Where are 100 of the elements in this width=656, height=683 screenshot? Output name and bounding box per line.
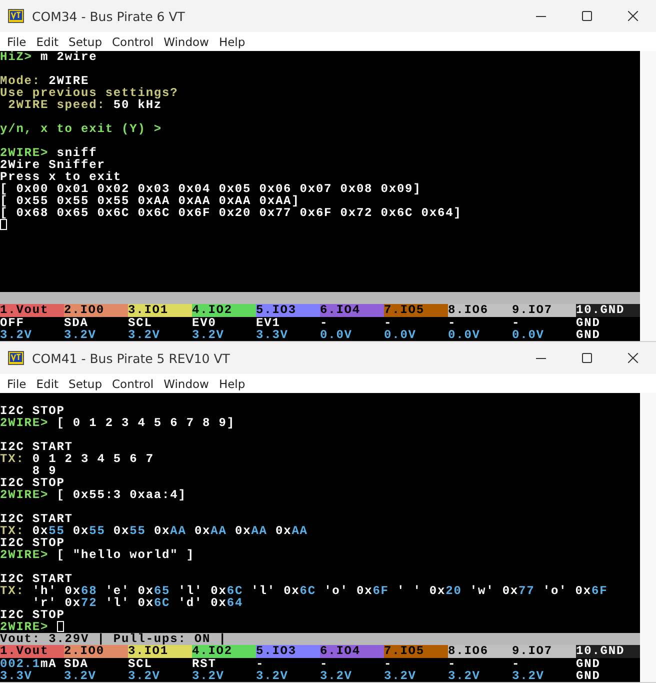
pin-value: -	[384, 317, 394, 329]
pin-value: EV1	[256, 317, 282, 329]
pin-value: -	[512, 658, 522, 670]
pin-label: 9.IO7	[512, 645, 576, 658]
terminal-line: y/n, x to exit (Y) >	[0, 123, 164, 135]
pin-value: SCL	[128, 317, 154, 329]
pin-label: 8.IO6	[448, 304, 512, 317]
maximize-icon[interactable]	[582, 11, 592, 21]
menu-item[interactable]: Setup	[64, 374, 108, 393]
pin-value: -	[320, 658, 330, 670]
pin-value: 3.2V	[320, 670, 354, 682]
pin-value: 3.2V	[512, 670, 546, 682]
pin-label: 3.IO1	[128, 645, 192, 658]
terminal-line: I2C START	[0, 441, 74, 453]
window-title: COM34 - Bus Pirate 6 VT	[32, 8, 186, 24]
pin-label: 9.IO7	[512, 304, 576, 317]
pin-label: 1.Vout	[0, 645, 64, 658]
pin-label: 1.Vout	[0, 304, 64, 317]
terminal-line: 2WIRE>	[0, 621, 640, 633]
pin-label: 4.IO2	[192, 645, 256, 658]
terminal-line: I2C STOP	[0, 537, 66, 549]
pin-value: 0.0V	[320, 329, 354, 341]
pin-value: 0.0V	[512, 329, 546, 341]
pin-value: -	[448, 317, 458, 329]
app-icon	[8, 351, 24, 365]
pin-value: -	[384, 658, 394, 670]
terminal-line: [ 0x68 0x65 0x6C 0x6C 0x6F 0x20 0x77 0x6F 0x72 0x6C 0x64]	[0, 207, 463, 219]
pin-value: 3.2V	[128, 329, 162, 341]
pin-value: 0.0V	[384, 329, 418, 341]
pin-value: 3.3V	[256, 329, 290, 341]
pin-value: 3.2V	[128, 670, 162, 682]
pin-label: 10.GND	[576, 304, 640, 317]
terminal-line: I2C STOP	[0, 477, 66, 489]
pin-label: 8.IO6	[448, 645, 512, 658]
pin-label: 3.IO1	[128, 304, 192, 317]
app-icon	[8, 9, 24, 23]
terminal-line: 2Wire Sniffer	[0, 159, 106, 171]
menu-item[interactable]: Window	[158, 374, 214, 393]
terminal-line: 2WIRE> [ "hello world" ]	[0, 549, 196, 561]
text-cursor	[0, 219, 7, 230]
menu-item[interactable]: Edit	[31, 374, 64, 393]
pin-value: SDA	[64, 658, 90, 670]
menu-item[interactable]: Setup	[64, 32, 108, 51]
pin-value: 002.1mA	[0, 658, 58, 670]
pin-value: -	[512, 317, 522, 329]
terminal-line: Press x to exit	[0, 171, 123, 183]
pin-label: 7.IO5	[384, 304, 448, 317]
pin-value: GND	[576, 317, 602, 329]
scrollbar[interactable]	[640, 393, 656, 682]
terminal-line: TX: 0x55 0x55 0x55 0xAA 0xAA 0xAA 0xAA	[0, 525, 309, 537]
pin-value: 3.3V	[0, 670, 34, 682]
menu-item[interactable]: Help	[214, 32, 250, 51]
menu-item[interactable]: File	[2, 32, 32, 51]
terminal-line: 'r' 0x72 'l' 0x6C 'd' 0x64	[31, 597, 244, 609]
terminal-line: I2C STOP	[0, 609, 66, 621]
pin-value: RST	[192, 658, 218, 670]
pin-value: 3.2V	[192, 670, 226, 682]
pin-value: 0.0V	[448, 329, 482, 341]
menu-item[interactable]: Window	[158, 32, 214, 51]
status-bar: Vout: 3.29V | Pull-ups: ON |	[0, 633, 640, 645]
close-icon[interactable]	[628, 11, 638, 21]
pin-label: 2.IO0	[64, 645, 128, 658]
maximize-icon[interactable]	[582, 353, 592, 363]
pin-label: 2.IO0	[64, 304, 128, 317]
window-title: COM41 - Bus Pirate 5 REV10 VT	[32, 350, 231, 366]
terminal-line: 2WIRE> [ 0x55:3 0xaa:4]	[0, 489, 188, 501]
terminal-line: TX: 0 1 2 3 4 5 6 7	[0, 453, 155, 465]
pin-value: 3.2V	[0, 329, 34, 341]
pin-value: OFF	[0, 317, 26, 329]
pin-value: 3.2V	[256, 670, 290, 682]
close-icon[interactable]	[628, 353, 638, 363]
pin-value: 3.2V	[384, 670, 418, 682]
terminal-line: I2C STOP	[0, 405, 66, 417]
pin-label: 5.IO3	[256, 304, 320, 317]
pin-value: 3.2V	[448, 670, 482, 682]
pin-value: SDA	[64, 317, 90, 329]
pin-value: -	[256, 658, 266, 670]
pin-value: EV0	[192, 317, 218, 329]
menu-item[interactable]: Edit	[31, 32, 64, 51]
pin-value: 3.2V	[64, 329, 98, 341]
menu-item[interactable]: Control	[107, 374, 159, 393]
terminal-line: 2WIRE> [ 0 1 2 3 4 5 6 7 8 9]	[0, 417, 236, 429]
terminal-line: 2WIRE> sniff	[0, 147, 98, 159]
menu-item[interactable]: File	[2, 374, 32, 393]
pin-label: 5.IO3	[256, 645, 320, 658]
terminal-line: Use previous settings?	[0, 87, 180, 99]
terminal-line: [ 0x55 0x55 0x55 0xAA 0xAA 0xAA 0xAA]	[0, 195, 301, 207]
pin-value: -	[320, 317, 330, 329]
text-cursor	[56, 621, 64, 632]
menu-item[interactable]: Control	[107, 32, 159, 51]
terminal-line: [ 0x00 0x01 0x02 0x03 0x04 0x05 0x06 0x07 0x08 0x09]	[0, 183, 422, 195]
terminal-line: HiZ> m 2wire	[0, 51, 98, 63]
pin-value: -	[448, 658, 458, 670]
terminal-line: TX: 'h' 0x68 'e' 0x65 'l' 0x6C 'l' 0x6C 'o' 0x6F ' ' 0x20 'w' 0x77 'o' 0x6F	[0, 585, 609, 597]
terminal-line: Mode: 2WIRE	[0, 75, 90, 87]
scrollbar[interactable]	[640, 51, 656, 341]
pin-value: GND	[576, 670, 602, 682]
menu-item[interactable]: Help	[214, 374, 250, 393]
pin-label: 6.IO4	[320, 645, 384, 658]
pin-value: GND	[576, 658, 602, 670]
